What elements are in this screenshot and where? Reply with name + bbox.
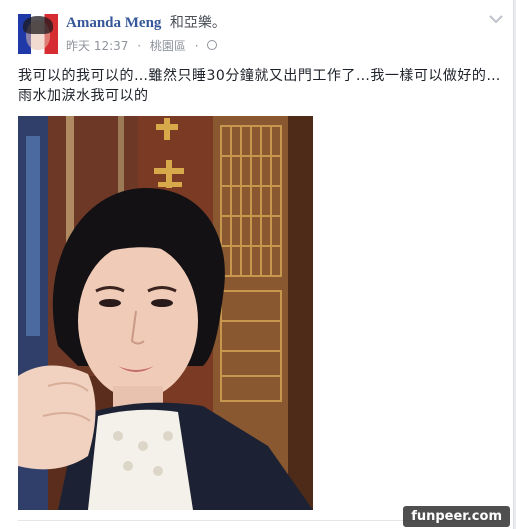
meta-separator: · (137, 38, 142, 53)
post-card: Amanda Meng 和亞樂。 昨天 12:37 · 桃園區 · 我可以的我可… (0, 0, 514, 529)
post-photo[interactable] (18, 116, 313, 510)
globe-icon[interactable] (207, 39, 218, 50)
author-avatar[interactable] (18, 14, 58, 54)
chevron-down-icon[interactable] (489, 14, 503, 24)
with-tag-text: 和亞樂。 (169, 15, 226, 31)
post-meta: 昨天 12:37 · 桃園區 · (66, 37, 218, 54)
post-header: Amanda Meng 和亞樂。 (66, 13, 226, 33)
post-body-text: 我可以的我可以的…雖然只睡30分鐘就又出門工作了…我一樣可以做好的…雨水加淚水我… (18, 68, 501, 104)
avatar-hair (23, 16, 53, 34)
post-location[interactable]: 桃園區 (150, 38, 186, 54)
watermark-label: funpeer.com (403, 506, 510, 527)
author-name-link[interactable]: Amanda Meng (66, 15, 161, 31)
post-timestamp[interactable]: 昨天 12:37 (66, 38, 128, 54)
selfie-photo-illustration (18, 116, 313, 510)
meta-separator: · (194, 38, 199, 53)
